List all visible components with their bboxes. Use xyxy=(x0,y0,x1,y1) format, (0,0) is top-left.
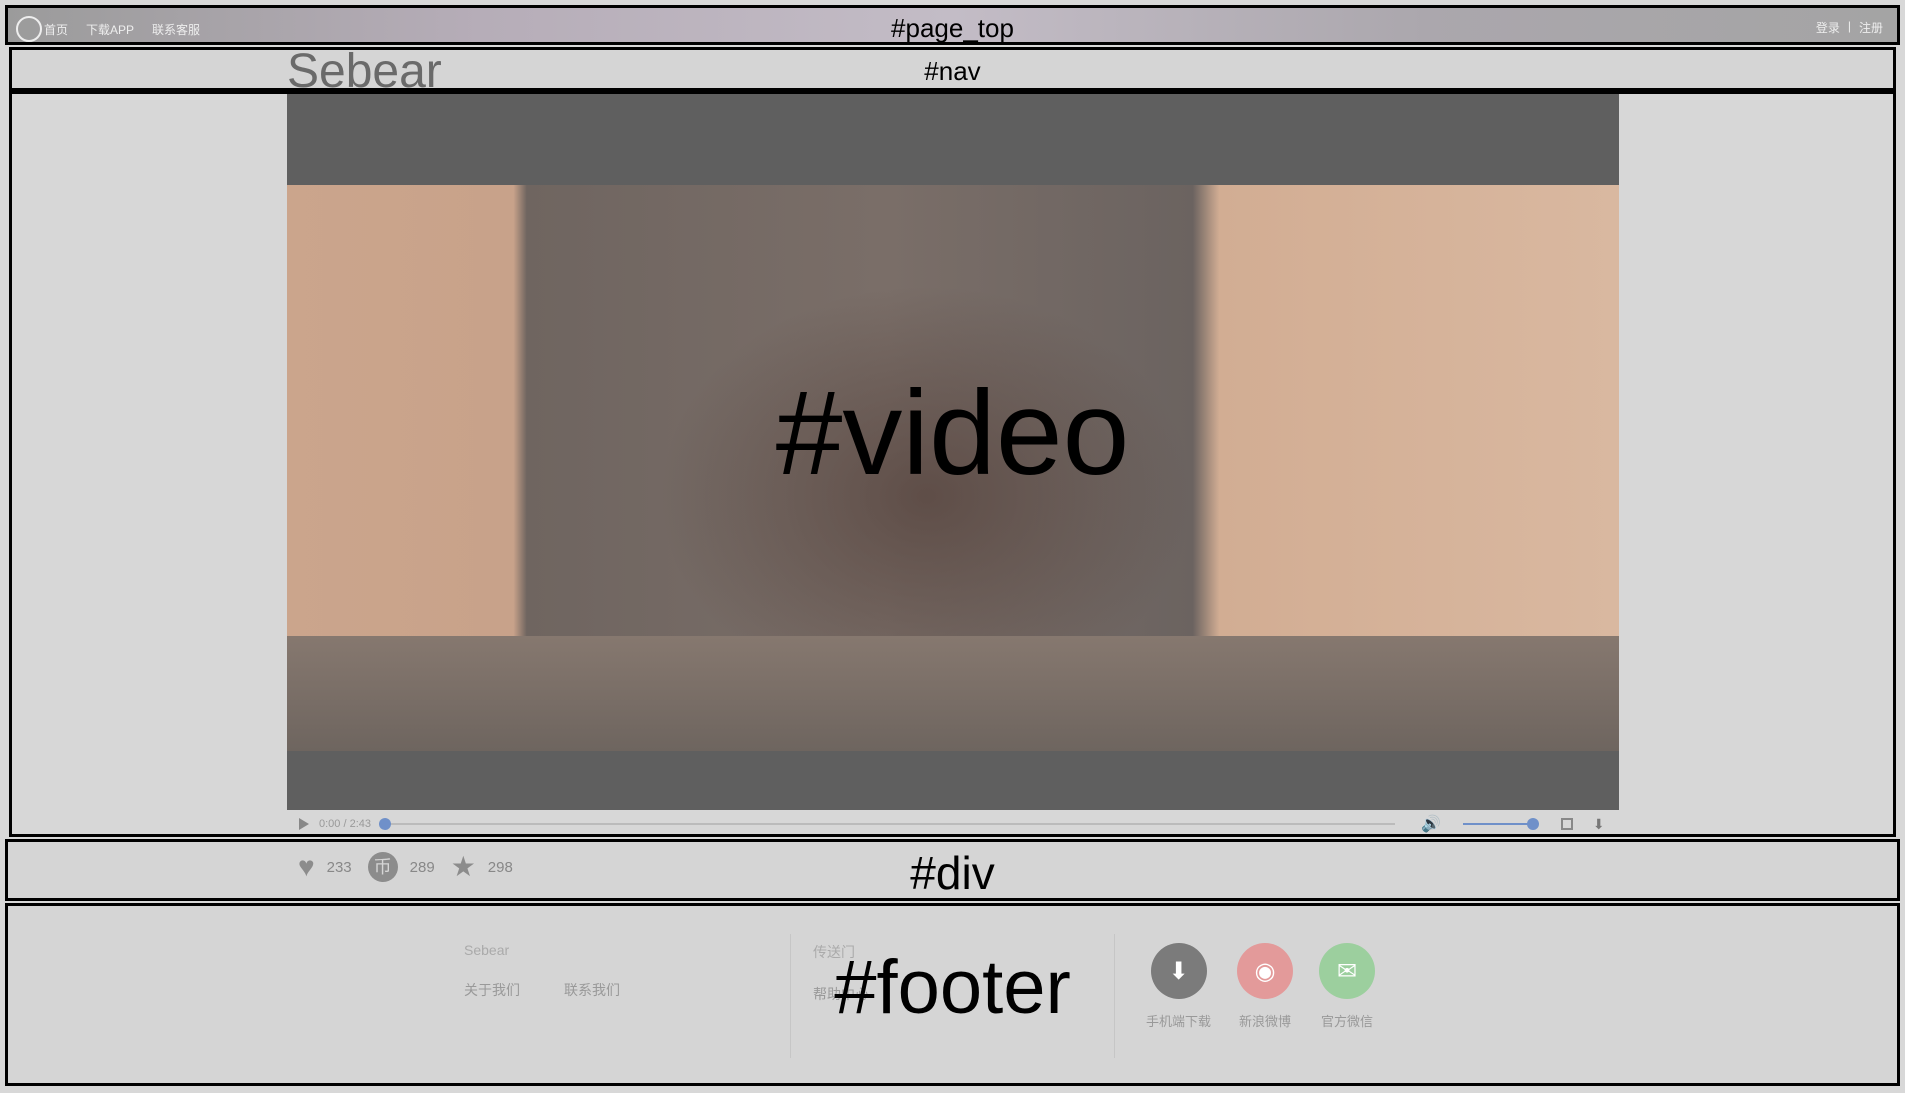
page-top-tag: #page_top xyxy=(891,13,1014,43)
video-section: #video 0:00 / 2:43 🔊 ⬇ xyxy=(9,91,1896,837)
video-controls: 0:00 / 2:43 🔊 ⬇ xyxy=(287,810,1619,838)
volume-slider[interactable] xyxy=(1462,818,1539,830)
contact-us-link[interactable]: 联系我们 xyxy=(564,980,620,1000)
coin-icon[interactable]: 币 xyxy=(367,852,398,882)
login-link[interactable]: 登录 xyxy=(1816,19,1840,36)
like-stat[interactable]: ♥ 233 xyxy=(298,853,352,881)
volume-icon[interactable]: 🔊 xyxy=(1421,814,1441,834)
favorite-stat[interactable]: ★ 298 xyxy=(451,853,513,881)
contact-service-link[interactable]: 联系客服 xyxy=(152,21,200,38)
progress-handle[interactable] xyxy=(379,818,391,830)
nav-bar: Sebear #nav xyxy=(9,45,1896,98)
app-weibo[interactable]: ◉ 新浪微博 xyxy=(1237,943,1294,1030)
coin-count: 289 xyxy=(409,858,435,876)
video-time: 0:00 / 2:43 xyxy=(319,818,371,830)
fullscreen-icon[interactable] xyxy=(1560,818,1573,830)
video-frame-floor xyxy=(287,636,1619,751)
interaction-bar: ♥ 233 币 289 ★ 298 #div xyxy=(5,839,1900,901)
progress-bar[interactable] xyxy=(379,818,1395,830)
video-tag: #video xyxy=(775,366,1130,500)
footer: Sebear 关于我们 联系我们 传送门 帮助中心 #footer ⬇ 手机端下… xyxy=(5,903,1900,1086)
page-top-bar: 首页 下载APP 联系客服 #page_top 登录 | 注册 xyxy=(5,5,1900,45)
download-app-link[interactable]: 下载APP xyxy=(86,21,134,38)
footer-divider xyxy=(790,934,791,1058)
auth-separator: | xyxy=(1847,19,1851,33)
favorite-count: 298 xyxy=(487,858,513,876)
register-link[interactable]: 注册 xyxy=(1859,19,1883,36)
home-link[interactable]: 首页 xyxy=(44,21,68,38)
volume-handle[interactable] xyxy=(1526,818,1539,830)
download-icon[interactable]: ⬇ xyxy=(1593,816,1605,833)
app-weibo-label: 新浪微博 xyxy=(1239,1014,1292,1029)
app-wechat-label: 官方微信 xyxy=(1321,1014,1374,1029)
about-us-link[interactable]: 关于我们 xyxy=(464,980,520,1000)
wechat-icon[interactable]: ✉ xyxy=(1319,943,1376,999)
footer-apps: ⬇ 手机端下载 ◉ 新浪微博 ✉ 官方微信 xyxy=(1146,943,1376,1030)
app-download-label: 手机端下载 xyxy=(1146,1014,1212,1029)
nav-tag: #nav xyxy=(924,56,981,86)
star-icon[interactable]: ★ xyxy=(451,853,476,881)
auth-links: 登录 | 注册 xyxy=(1816,19,1883,36)
weibo-icon[interactable]: ◉ xyxy=(1237,943,1294,999)
like-count: 233 xyxy=(326,858,352,876)
footer-brand-column: Sebear 关于我们 联系我们 xyxy=(464,942,620,1000)
footer-brand: Sebear xyxy=(464,942,510,958)
footer-divider xyxy=(1114,934,1115,1058)
video-stats: ♥ 233 币 289 ★ 298 xyxy=(298,852,513,882)
site-logo-icon[interactable] xyxy=(16,16,42,42)
play-icon[interactable] xyxy=(299,818,309,830)
heart-icon[interactable]: ♥ xyxy=(298,853,315,881)
footer-tag: #footer xyxy=(834,945,1071,1030)
top-left-links: 首页 下载APP 联系客服 xyxy=(16,16,200,42)
app-wechat[interactable]: ✉ 官方微信 xyxy=(1319,943,1376,1030)
coin-stat[interactable]: 币 289 xyxy=(367,852,435,882)
download-icon[interactable]: ⬇ xyxy=(1150,943,1207,999)
div-tag: #div xyxy=(910,847,995,899)
app-download[interactable]: ⬇ 手机端下载 xyxy=(1146,943,1211,1030)
